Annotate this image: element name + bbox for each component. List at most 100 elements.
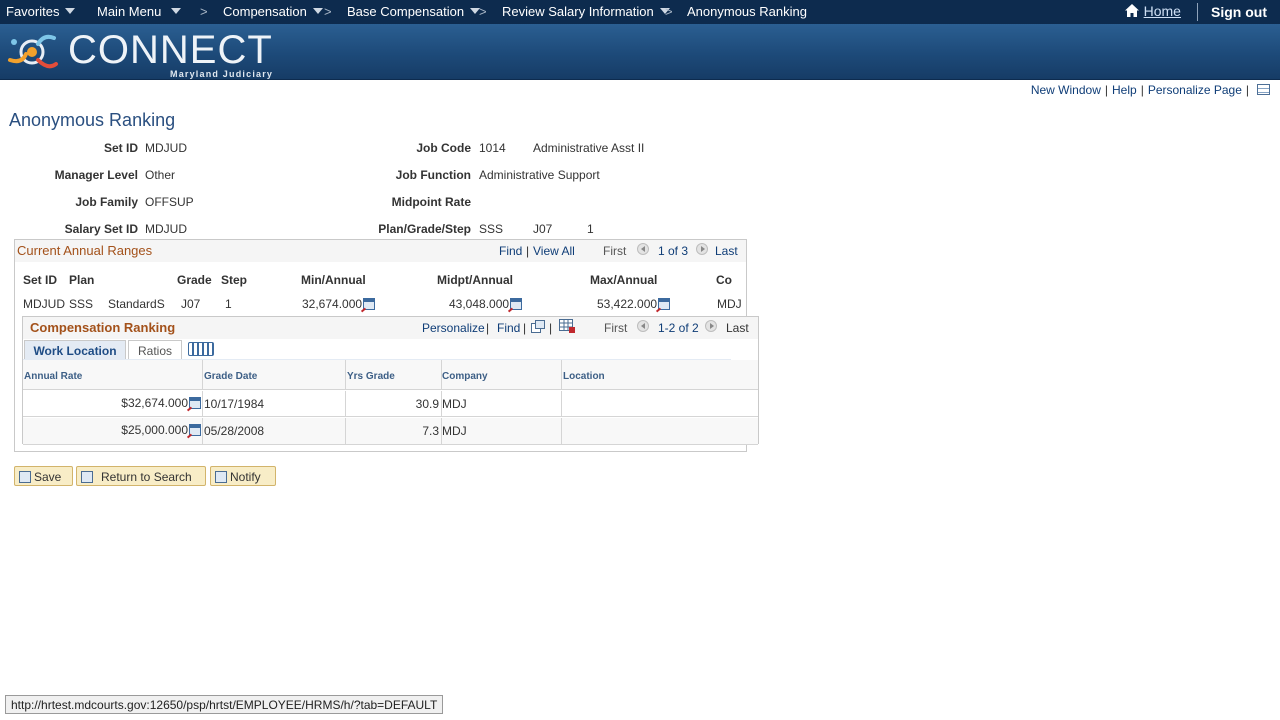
home-link[interactable]: Home bbox=[1124, 3, 1181, 19]
layout-grid-icon[interactable] bbox=[1257, 84, 1270, 95]
row-max-annual: 53,422.000 bbox=[597, 297, 671, 311]
show-all-columns-icon[interactable] bbox=[188, 342, 214, 356]
col-divider bbox=[345, 391, 346, 416]
notify-button[interactable]: Notify bbox=[210, 466, 276, 486]
logo-text: CONNECT bbox=[68, 28, 273, 72]
grade-date-cell: 05/28/2008 bbox=[204, 424, 265, 438]
last-link[interactable]: Last bbox=[715, 244, 738, 258]
save-icon bbox=[19, 471, 31, 483]
help-link[interactable]: Help bbox=[1112, 83, 1137, 97]
breadcrumb-separator: > bbox=[665, 4, 673, 19]
calculator-icon[interactable] bbox=[363, 298, 376, 310]
table-header-row: Annual Rate Grade Date Yrs Grade Company… bbox=[23, 360, 758, 390]
col-company[interactable]: Company bbox=[442, 371, 488, 382]
col-step: Step bbox=[221, 273, 248, 287]
breadcrumb-separator: > bbox=[200, 4, 208, 19]
link-separator: | bbox=[1245, 83, 1249, 97]
salary-set-id-value: MDJUD bbox=[145, 222, 187, 236]
col-company: Co bbox=[716, 273, 732, 287]
col-annual-rate[interactable]: Annual Rate bbox=[24, 371, 82, 382]
sign-out-link[interactable]: Sign out bbox=[1211, 4, 1267, 20]
breadcrumb-separator: > bbox=[479, 4, 487, 19]
tab-ratios[interactable]: Ratios bbox=[128, 340, 182, 360]
personalize-link[interactable]: Personalize bbox=[422, 321, 485, 335]
col-yrs-grade[interactable]: Yrs Grade bbox=[347, 371, 395, 382]
step-value: 1 bbox=[587, 222, 594, 236]
home-label: Home bbox=[1143, 3, 1181, 19]
company-cell: MDJ bbox=[442, 397, 467, 411]
previous-icon[interactable] bbox=[637, 320, 649, 332]
header-banner: CONNECT Maryland Judiciary bbox=[0, 24, 1280, 80]
row-plan-desc: StandardS bbox=[108, 297, 165, 311]
col-divider bbox=[561, 418, 562, 444]
link-separator: | bbox=[526, 244, 530, 258]
page-title: Anonymous Ranking bbox=[9, 110, 176, 130]
row-set-id: MDJUD bbox=[23, 297, 65, 311]
row-step: 1 bbox=[225, 297, 232, 311]
row-midpt-annual: 43,048.000 bbox=[449, 297, 523, 311]
midpt-annual-value: 43,048.000 bbox=[449, 297, 510, 311]
calculator-icon[interactable] bbox=[658, 298, 671, 310]
first-label: First bbox=[604, 321, 628, 335]
row-count: 1 of 3 bbox=[658, 244, 689, 258]
row-min-annual: 32,674.000 bbox=[302, 297, 376, 311]
find-link[interactable]: Find bbox=[497, 321, 520, 335]
calculator-icon[interactable] bbox=[189, 424, 201, 436]
next-icon[interactable] bbox=[705, 320, 717, 332]
return-to-search-button[interactable]: Return to Search bbox=[76, 466, 206, 486]
col-grade-date[interactable]: Grade Date bbox=[204, 371, 257, 382]
col-midpt-annual: Midpt/Annual bbox=[437, 273, 513, 287]
tab-work-location[interactable]: Work Location bbox=[24, 340, 126, 360]
personalize-page-link[interactable]: Personalize Page bbox=[1148, 83, 1242, 97]
calculator-icon[interactable] bbox=[189, 397, 201, 409]
link-separator: | bbox=[523, 321, 527, 335]
col-min-annual: Min/Annual bbox=[301, 273, 366, 287]
link-separator: | bbox=[549, 321, 553, 335]
save-button[interactable]: Save bbox=[14, 466, 73, 486]
job-code-label: Job Code bbox=[416, 141, 471, 155]
new-window-icon[interactable] bbox=[531, 320, 545, 333]
breadcrumb-label: Compensation bbox=[223, 4, 307, 19]
col-location[interactable]: Location bbox=[563, 371, 605, 382]
breadcrumb-current: Anonymous Ranking bbox=[687, 4, 807, 19]
annual-rate-value: $32,674.000 bbox=[121, 396, 188, 410]
job-code-value: 1014 bbox=[479, 141, 506, 155]
find-link[interactable]: Find bbox=[499, 244, 522, 258]
favorites-menu[interactable]: Favorites bbox=[6, 4, 76, 19]
yrs-grade-cell: 7.3 bbox=[422, 424, 439, 438]
row-plan: SSS bbox=[69, 297, 94, 311]
breadcrumb-base-compensation[interactable]: Base Compensation bbox=[347, 4, 481, 19]
notify-icon bbox=[215, 471, 227, 483]
grade-date-cell: 10/17/1984 bbox=[204, 397, 265, 411]
chevron-down-icon bbox=[312, 8, 323, 14]
col-divider bbox=[202, 391, 203, 416]
annual-rate-cell: $25,000.000 bbox=[121, 423, 201, 437]
download-excel-icon[interactable] bbox=[559, 319, 575, 333]
notify-label: Notify bbox=[230, 470, 261, 484]
manager-level-label: Manager Level bbox=[54, 168, 138, 182]
next-icon[interactable] bbox=[696, 243, 708, 255]
col-divider bbox=[202, 360, 203, 389]
col-divider bbox=[345, 360, 346, 389]
new-window-link[interactable]: New Window bbox=[1031, 83, 1101, 97]
breadcrumb-review-salary[interactable]: Review Salary Information bbox=[502, 4, 670, 19]
calculator-icon[interactable] bbox=[510, 298, 523, 310]
view-all-link[interactable]: View All bbox=[533, 244, 575, 258]
status-url-bar: http://hrtest.mdcourts.gov:12650/psp/hrt… bbox=[5, 695, 444, 714]
manager-level-value: Other bbox=[145, 168, 176, 182]
home-icon bbox=[1125, 4, 1139, 17]
breadcrumb-compensation[interactable]: Compensation bbox=[223, 4, 323, 19]
link-separator: | bbox=[1104, 83, 1108, 97]
col-plan: Plan bbox=[69, 273, 95, 287]
col-divider bbox=[561, 391, 562, 416]
annual-rate-value: $25,000.000 bbox=[121, 423, 188, 437]
main-menu[interactable]: Main Menu bbox=[97, 4, 182, 19]
compensation-ranking-title: Compensation Ranking bbox=[30, 320, 176, 335]
company-cell: MDJ bbox=[442, 424, 467, 438]
yrs-grade-cell: 30.9 bbox=[415, 397, 439, 411]
previous-icon[interactable] bbox=[637, 243, 649, 255]
max-annual-value: 53,422.000 bbox=[597, 297, 658, 311]
favorites-label: Favorites bbox=[6, 4, 60, 19]
col-max-annual: Max/Annual bbox=[590, 273, 658, 287]
job-family-value: OFFSUP bbox=[145, 195, 194, 209]
